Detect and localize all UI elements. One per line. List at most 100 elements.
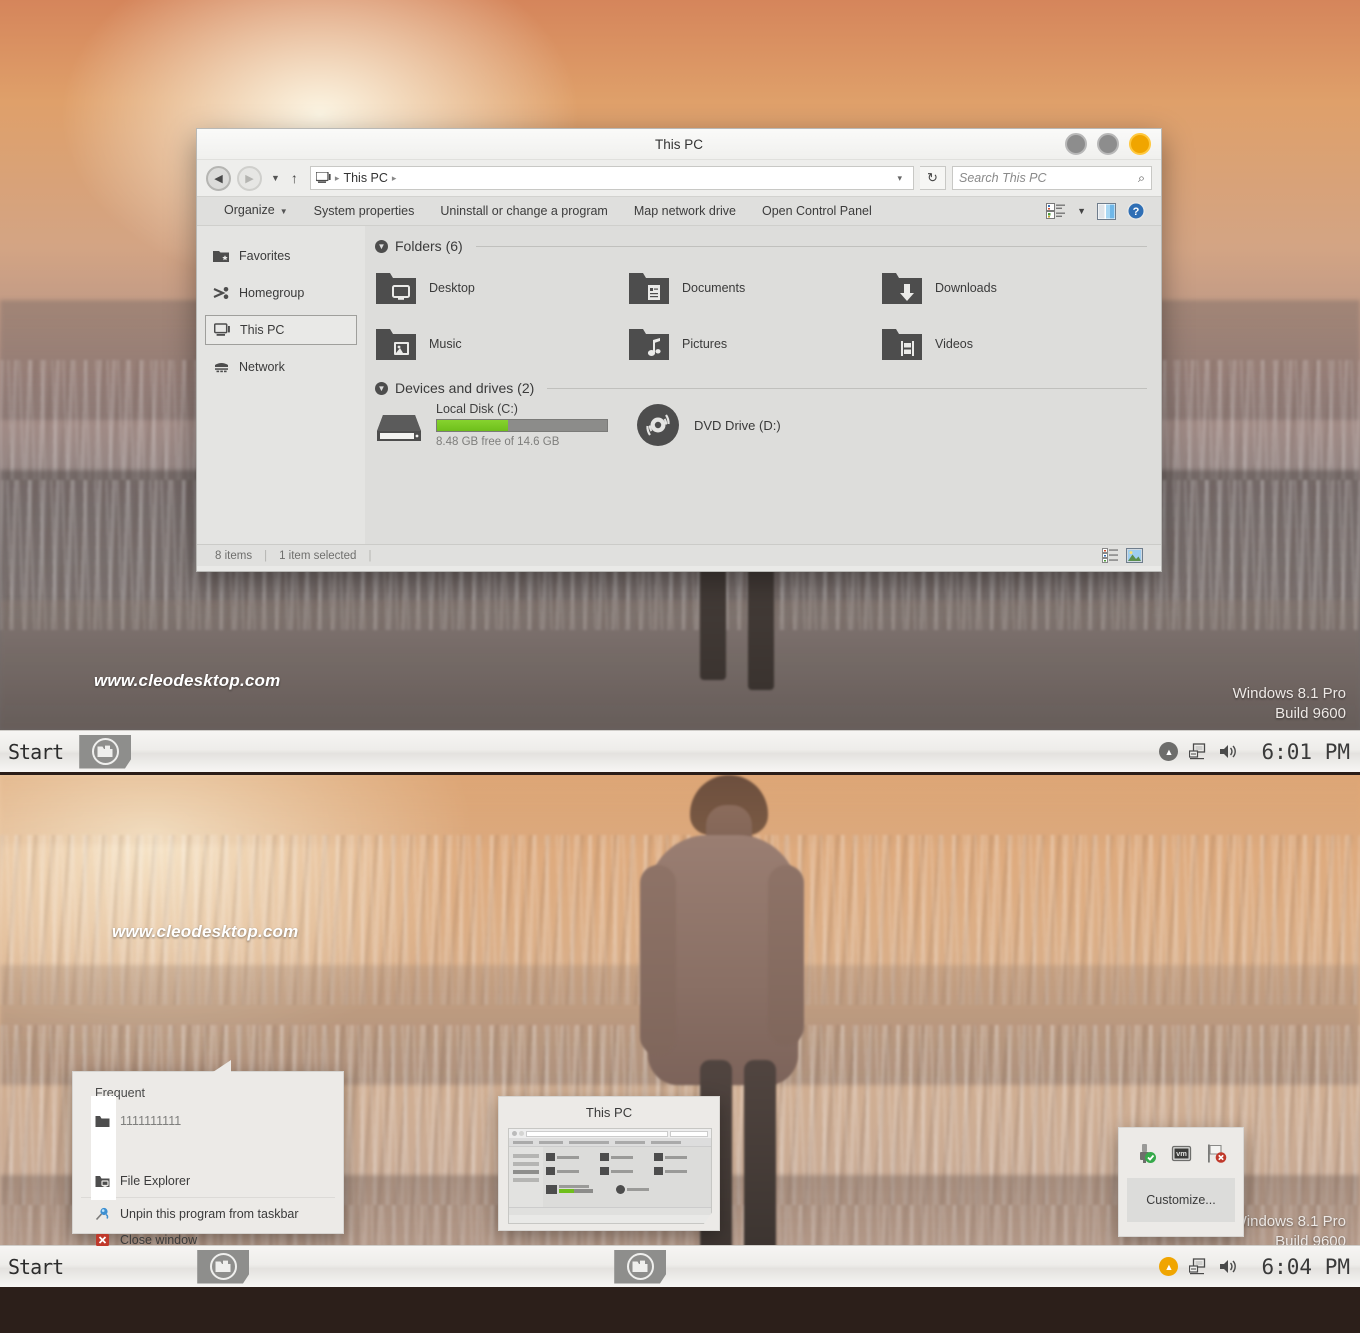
- network-tray-icon[interactable]: [1189, 1258, 1208, 1275]
- taskbar-jump-list[interactable]: Frequent 1111111111 File Explorer Unpin …: [72, 1060, 344, 1247]
- folder-item-downloads[interactable]: Downloads: [881, 260, 1134, 316]
- thumb-drive-cell: [546, 1182, 616, 1196]
- collapse-arrow-icon[interactable]: ▼: [375, 381, 388, 395]
- address-bar[interactable]: ▸ This PC ▸ ▾: [309, 166, 914, 190]
- volume-tray-icon[interactable]: [1219, 1258, 1238, 1275]
- file-explorer-icon: [95, 1175, 110, 1187]
- start-button-bottom[interactable]: Start: [0, 1255, 79, 1279]
- network-icon: [215, 363, 228, 373]
- command-map-network-drive[interactable]: Map network drive: [621, 196, 749, 226]
- collapse-arrow-icon[interactable]: ▼: [375, 239, 388, 253]
- clock-top[interactable]: 6:01 PM: [1249, 740, 1350, 764]
- navigation-pane: Favorites Homegroup This PC Network: [197, 226, 365, 544]
- thumb-main: [509, 1147, 711, 1207]
- search-icon[interactable]: ⌕: [1138, 171, 1145, 186]
- group-header-devices[interactable]: ▼ Devices and drives (2): [375, 380, 1147, 396]
- up-button[interactable]: ↑: [289, 170, 304, 186]
- show-hidden-icons-button[interactable]: ▲: [1159, 1257, 1179, 1276]
- volume-tray-icon[interactable]: [1219, 743, 1238, 760]
- drive-item-dvd[interactable]: DVD Drive (D:): [635, 402, 781, 448]
- folder-item-desktop[interactable]: Desktop: [375, 260, 628, 316]
- this-pc-icon: [315, 172, 331, 183]
- window-controls: [1065, 133, 1151, 155]
- tray-overflow-popup[interactable]: vm Customize...: [1118, 1127, 1244, 1237]
- taskbar-thumbnail-preview[interactable]: This PC: [498, 1096, 720, 1231]
- command-open-control-panel[interactable]: Open Control Panel: [749, 196, 885, 226]
- help-icon[interactable]: ?: [1127, 202, 1145, 220]
- group-header-folders[interactable]: ▼ Folders (6): [375, 238, 1147, 254]
- figure-arm-left: [640, 865, 676, 1055]
- minimize-button[interactable]: [1065, 133, 1087, 155]
- address-separator-2[interactable]: ▸: [392, 173, 397, 184]
- sidebar-label-network: Network: [239, 360, 285, 374]
- folder-item-pictures[interactable]: Pictures: [628, 316, 881, 372]
- folder-item-videos[interactable]: Videos: [881, 316, 1134, 372]
- file-explorer-window[interactable]: This PC ◀ ▶ ▼ ↑ ▸ This PC ▸ ▾ ↻ Search T…: [196, 128, 1162, 572]
- drive-item-local-disk[interactable]: Local Disk (C:) 8.48 GB free of 14.6 GB: [375, 402, 635, 448]
- os-watermark-line2: Build 9600: [1275, 705, 1346, 722]
- folder-pictures-icon: [376, 329, 416, 360]
- address-dropdown-icon[interactable]: ▾: [897, 173, 908, 184]
- back-button[interactable]: ◀: [206, 165, 231, 191]
- sidebar-label-this-pc: This PC: [240, 323, 285, 337]
- view-options-icon[interactable]: [1046, 203, 1066, 219]
- thumb-folder-icon: [600, 1167, 609, 1175]
- thumb-text: [665, 1155, 687, 1159]
- folder-documents-icon: [629, 273, 669, 304]
- folder-music-icon: [629, 329, 669, 360]
- sidebar-item-this-pc[interactable]: This PC: [205, 315, 357, 345]
- jumplist-item-frequent-folder[interactable]: 1111111111: [73, 1108, 343, 1134]
- command-system-properties[interactable]: System properties: [301, 196, 428, 226]
- thumb-drive-name: [559, 1185, 589, 1188]
- group-title-devices: Devices and drives (2): [395, 380, 535, 396]
- clock-bottom[interactable]: 6:04 PM: [1249, 1255, 1350, 1279]
- view-dropdown-icon[interactable]: ▼: [1077, 206, 1086, 216]
- folder-glyph: [97, 745, 113, 757]
- maximize-button[interactable]: [1097, 133, 1119, 155]
- command-uninstall-change-program[interactable]: Uninstall or change a program: [427, 196, 620, 226]
- folder-desktop-icon: [376, 273, 416, 304]
- sidebar-item-homegroup[interactable]: Homegroup: [205, 278, 357, 308]
- network-tray-icon[interactable]: [1189, 743, 1208, 760]
- this-pc-icon: [214, 323, 230, 336]
- folders-grid: Desktop Documents Downloads Music Pictur…: [375, 260, 1147, 372]
- folder-item-documents[interactable]: Documents: [628, 260, 881, 316]
- thumb-drive-icon: [546, 1184, 557, 1194]
- file-explorer-icon: [209, 1253, 237, 1280]
- large-icons-view-icon[interactable]: [1126, 548, 1143, 563]
- thumb-cmd-2: [539, 1141, 563, 1144]
- folder-item-music[interactable]: Music: [375, 316, 628, 372]
- jumplist-item-close-window[interactable]: Close window: [73, 1227, 343, 1253]
- refresh-button[interactable]: ↻: [920, 166, 946, 190]
- system-tray-top: ▲ 6:01 PM: [1159, 740, 1360, 764]
- details-view-icon[interactable]: [1102, 548, 1119, 563]
- forward-button[interactable]: ▶: [237, 165, 262, 191]
- customize-button[interactable]: Customize...: [1127, 1178, 1235, 1222]
- taskbar-file-explorer-2[interactable]: [614, 1249, 667, 1284]
- close-button[interactable]: [1129, 133, 1151, 155]
- search-input[interactable]: Search This PC ⌕: [952, 166, 1152, 190]
- sidebar-item-network[interactable]: Network: [205, 352, 357, 382]
- taskbar-file-explorer-top[interactable]: [79, 734, 132, 769]
- start-button-top[interactable]: Start: [0, 740, 79, 764]
- preview-pane-icon[interactable]: [1097, 202, 1116, 220]
- thumbnail-window-preview[interactable]: [508, 1128, 712, 1224]
- show-hidden-icons-button[interactable]: ▲: [1159, 742, 1179, 761]
- command-organize[interactable]: Organize ▼: [211, 195, 301, 227]
- address-crumb-this-pc[interactable]: This PC: [343, 171, 387, 185]
- window-titlebar[interactable]: This PC: [197, 129, 1161, 160]
- sidebar-item-favorites[interactable]: Favorites: [205, 241, 357, 271]
- jumplist-divider: [81, 1197, 335, 1198]
- history-dropdown-icon[interactable]: ▼: [268, 173, 283, 183]
- action-center-flag-icon[interactable]: [1206, 1143, 1227, 1164]
- safely-remove-hardware-icon[interactable]: [1136, 1143, 1157, 1164]
- jumplist-item-unpin[interactable]: Unpin this program from taskbar: [73, 1201, 343, 1227]
- figure-leg-right: [744, 1060, 776, 1270]
- homegroup-icon: [213, 287, 229, 299]
- jumplist-item-file-explorer[interactable]: File Explorer: [73, 1168, 343, 1194]
- hard-drive-icon: [377, 415, 421, 441]
- status-view-buttons: [1102, 548, 1143, 563]
- taskbar-file-explorer-1[interactable]: [197, 1249, 250, 1284]
- vm-tools-icon[interactable]: vm: [1171, 1143, 1192, 1164]
- bottom-edge-strip: [0, 1287, 1360, 1333]
